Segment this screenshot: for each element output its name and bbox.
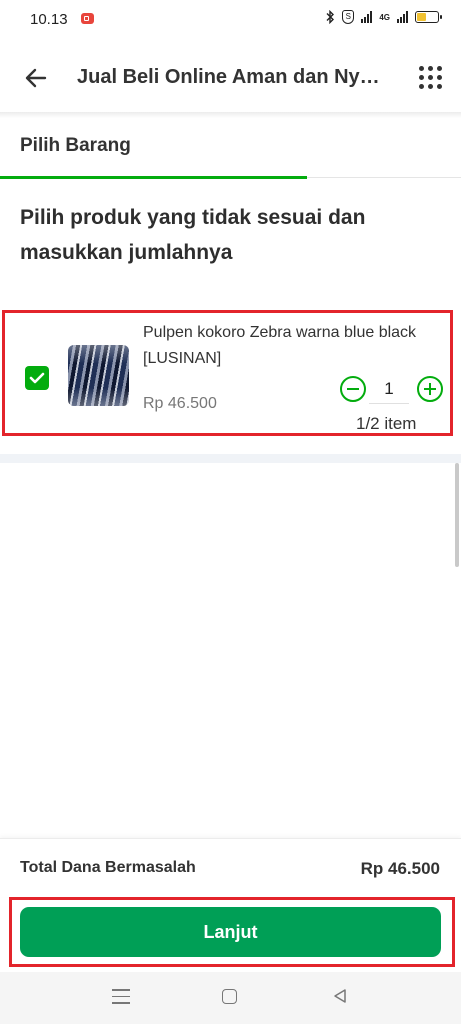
grid-menu-icon[interactable]: [419, 66, 443, 90]
back-button[interactable]: [22, 64, 50, 92]
product-name: Pulpen kokoro Zebra warna blue black [LU…: [143, 324, 417, 367]
signal-icon-2: [397, 11, 408, 23]
product-price: Rp 46.500: [143, 395, 217, 412]
status-icons: S 4G: [325, 10, 442, 24]
tab-pilih-barang[interactable]: Pilih Barang: [20, 135, 131, 157]
section-heading: Pilih produk yang tidak sesuai dan masuk…: [20, 206, 366, 264]
total-label: Total Dana Bermasalah: [20, 859, 196, 876]
total-summary: Total Dana Bermasalah Rp 46.500: [0, 838, 461, 897]
lanjut-button[interactable]: Lanjut: [20, 907, 441, 957]
tab-bar: Pilih Barang: [0, 118, 461, 180]
network-type: 4G: [379, 12, 390, 22]
quantity-input[interactable]: [369, 375, 409, 404]
tab-active-indicator: [0, 176, 307, 179]
home-icon[interactable]: [222, 989, 237, 1004]
page-title: Jual Beli Online Aman dan Nyaman: [77, 66, 382, 88]
quantity-plus-button[interactable]: [417, 376, 443, 402]
battery-icon: [415, 11, 442, 23]
product-card: Pulpen kokoro Zebra warna blue black [LU…: [2, 310, 453, 436]
bluetooth-icon: [326, 10, 335, 24]
scrollbar[interactable]: [455, 463, 459, 567]
recent-apps-icon[interactable]: [112, 989, 130, 1004]
quantity-note: 1/2 item: [356, 414, 417, 433]
status-bar: 10.13 S 4G: [0, 0, 461, 40]
checkmark-icon: [29, 372, 45, 384]
tab-divider: [307, 177, 461, 178]
product-image: [68, 345, 129, 406]
quantity-minus-button[interactable]: [340, 376, 366, 402]
signal-icon: [361, 11, 373, 23]
nav-back-icon[interactable]: [332, 988, 348, 1004]
status-time: 10.13: [30, 11, 68, 28]
shield-icon: S: [342, 10, 355, 24]
screen-record-icon: [81, 13, 94, 24]
section-divider: [0, 454, 461, 463]
product-checkbox[interactable]: [25, 366, 49, 390]
app-header: Jual Beli Online Aman dan Nyaman: [0, 44, 461, 112]
back-arrow-icon: [25, 68, 47, 88]
total-value: Rp 46.500: [360, 859, 440, 878]
system-nav-bar: [0, 972, 461, 1024]
